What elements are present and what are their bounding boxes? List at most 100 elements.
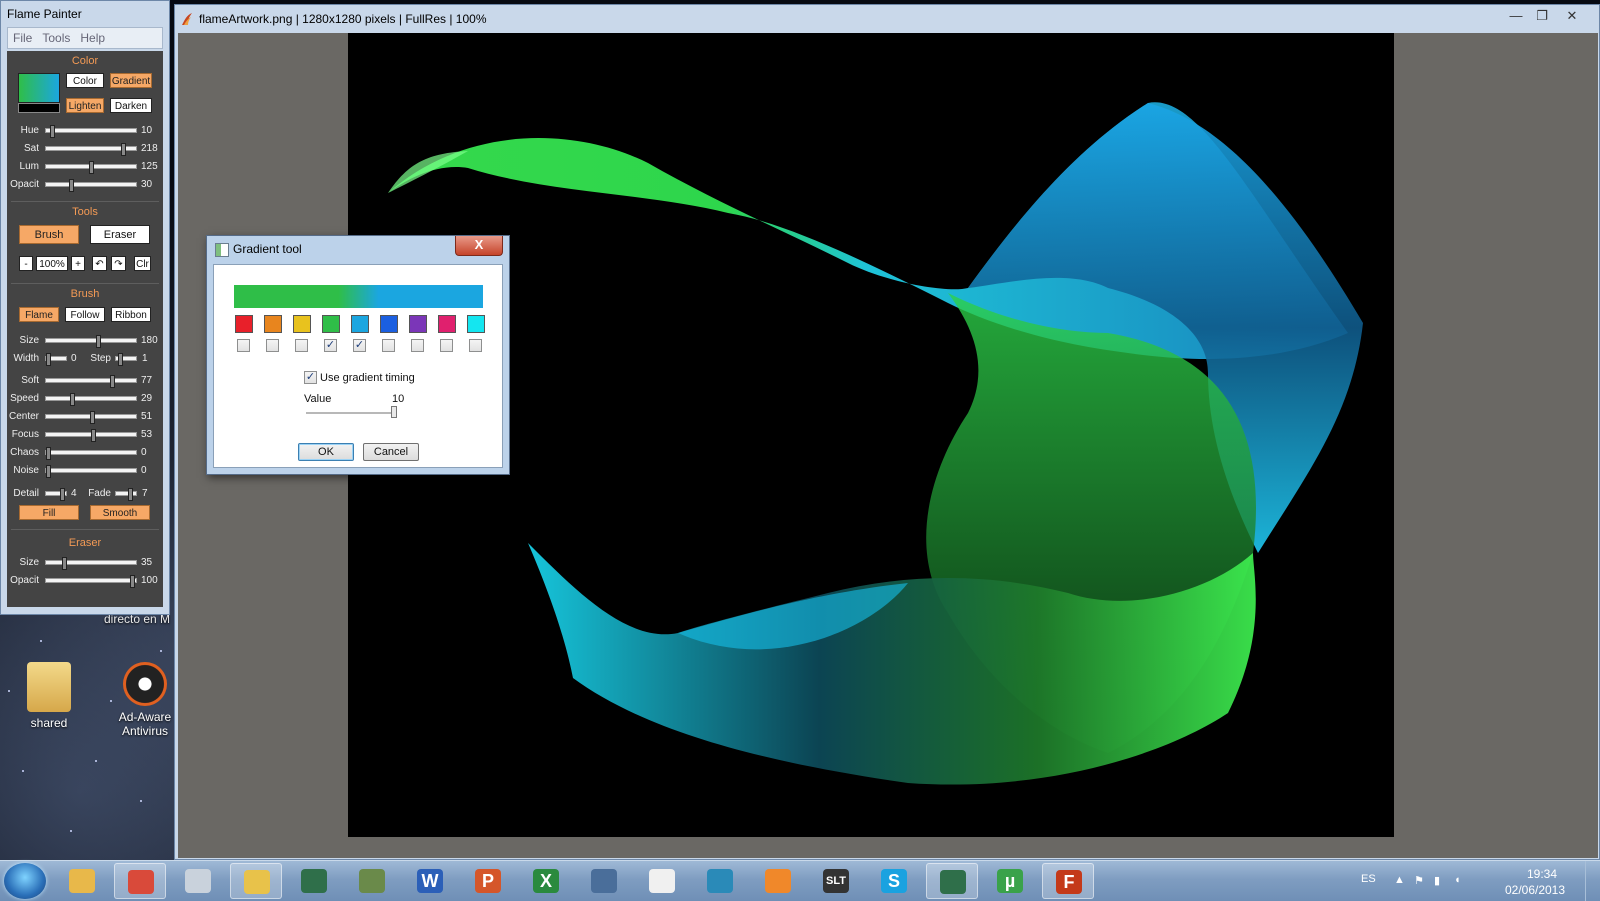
- width-slider-thumb[interactable]: [46, 353, 52, 366]
- gradient-color-swatch[interactable]: [409, 315, 427, 333]
- gradient-color-swatch[interactable]: [293, 315, 311, 333]
- darken-button[interactable]: Darken: [110, 98, 152, 113]
- desktop-icon-shared[interactable]: shared: [14, 662, 84, 730]
- slider-track[interactable]: [45, 447, 137, 460]
- slider-track[interactable]: [45, 143, 137, 156]
- slider-track[interactable]: [45, 557, 137, 570]
- follow-brush-button[interactable]: Follow: [65, 307, 105, 322]
- gradient-color-swatch[interactable]: [380, 315, 398, 333]
- taskbar-slt-button[interactable]: SLT: [810, 863, 862, 899]
- slider-track[interactable]: [45, 179, 137, 192]
- slider-thumb[interactable]: [50, 125, 56, 138]
- detail-slider-track[interactable]: [45, 488, 67, 501]
- slider-thumb[interactable]: [96, 335, 102, 348]
- primary-color-swatch[interactable]: [18, 73, 60, 103]
- slider-track[interactable]: [45, 411, 137, 424]
- gradient-color-swatch[interactable]: [467, 315, 485, 333]
- taskbar-powerpoint-button[interactable]: P: [462, 863, 514, 899]
- maximize-button[interactable]: ❐: [1529, 7, 1555, 25]
- gradient-color-swatch[interactable]: [235, 315, 253, 333]
- gradient-color-checkbox[interactable]: [237, 339, 250, 352]
- slider-thumb[interactable]: [61, 557, 67, 570]
- gradient-mode-button[interactable]: Gradient: [110, 73, 152, 88]
- slider-thumb[interactable]: [89, 411, 95, 424]
- network-icon[interactable]: ▮: [1434, 874, 1446, 887]
- fade-slider-thumb[interactable]: [127, 488, 133, 501]
- volume-muted-icon[interactable]: ◖: [1454, 874, 1466, 886]
- gradient-color-swatch[interactable]: [264, 315, 282, 333]
- taskbar-virtualbox-button[interactable]: [578, 863, 630, 899]
- ribbon-brush-button[interactable]: Ribbon: [111, 307, 151, 322]
- clock-time[interactable]: 19:34: [1512, 867, 1572, 881]
- fill-button[interactable]: Fill: [19, 505, 79, 520]
- zoom-in-button[interactable]: +: [71, 256, 85, 271]
- taskbar-monitor2-button[interactable]: [926, 863, 978, 899]
- smooth-button[interactable]: Smooth: [90, 505, 150, 520]
- gradient-color-swatch[interactable]: [322, 315, 340, 333]
- cancel-button[interactable]: Cancel: [363, 443, 419, 461]
- taskbar-monitor-button[interactable]: [288, 863, 340, 899]
- clear-button[interactable]: Clr: [134, 256, 151, 271]
- brush-tool-button[interactable]: Brush: [19, 225, 79, 244]
- gradient-color-checkbox[interactable]: [266, 339, 279, 352]
- slider-track[interactable]: [45, 465, 137, 478]
- taskbar-joystick-button[interactable]: [346, 863, 398, 899]
- slider-thumb[interactable]: [46, 447, 51, 460]
- clock-date[interactable]: 02/06/2013: [1500, 883, 1570, 897]
- gradient-color-swatch[interactable]: [438, 315, 456, 333]
- menu-help[interactable]: Help: [75, 31, 110, 45]
- taskbar-explorer-button[interactable]: [56, 863, 108, 899]
- taskbar-skype-button[interactable]: S: [868, 863, 920, 899]
- dialog-close-button[interactable]: X: [455, 236, 503, 256]
- slider-track[interactable]: [45, 575, 137, 588]
- slider-track[interactable]: [45, 429, 137, 442]
- slider-thumb[interactable]: [91, 429, 97, 442]
- close-button[interactable]: ✕: [1559, 7, 1585, 25]
- slider-track[interactable]: [45, 161, 137, 174]
- slider-thumb[interactable]: [130, 575, 136, 588]
- undo-button[interactable]: ↶: [92, 256, 107, 271]
- gradient-color-checkbox[interactable]: ✓: [353, 339, 366, 352]
- slider-track[interactable]: [45, 393, 137, 406]
- taskbar-calendar-button[interactable]: [636, 863, 688, 899]
- taskbar-calculator-button[interactable]: [172, 863, 224, 899]
- slider-track[interactable]: [45, 125, 137, 138]
- detail-slider-thumb[interactable]: [59, 488, 65, 501]
- slider-thumb[interactable]: [109, 375, 115, 388]
- step-slider-track[interactable]: [115, 353, 137, 366]
- value-slider-thumb[interactable]: [391, 406, 397, 418]
- lighten-button[interactable]: Lighten: [66, 98, 104, 113]
- ok-button[interactable]: OK: [298, 443, 354, 461]
- taskbar-flame-painter-button[interactable]: F: [1042, 863, 1094, 899]
- width-slider-track[interactable]: [45, 353, 67, 366]
- menu-file[interactable]: File: [8, 31, 37, 45]
- gradient-color-checkbox[interactable]: [382, 339, 395, 352]
- gradient-color-checkbox[interactable]: [469, 339, 482, 352]
- gradient-color-swatch[interactable]: [351, 315, 369, 333]
- slider-track[interactable]: [45, 375, 137, 388]
- show-hidden-icons-icon[interactable]: ▲: [1394, 874, 1406, 886]
- taskbar-sublime-button[interactable]: [752, 863, 804, 899]
- taskbar-paint-button[interactable]: [230, 863, 282, 899]
- use-gradient-timing-checkbox[interactable]: ✓: [304, 371, 317, 384]
- slider-thumb[interactable]: [120, 143, 126, 156]
- taskbar-search-button[interactable]: [694, 863, 746, 899]
- slider-thumb[interactable]: [46, 465, 51, 478]
- secondary-color-swatch[interactable]: [18, 103, 60, 113]
- fade-slider-track[interactable]: [115, 488, 137, 501]
- slider-thumb[interactable]: [69, 179, 75, 192]
- gradient-color-checkbox[interactable]: [295, 339, 308, 352]
- desktop-icon-ad-aware[interactable]: Ad-Aware Antivirus: [110, 662, 180, 738]
- slider-thumb[interactable]: [88, 161, 94, 174]
- show-desktop-button[interactable]: [1585, 861, 1600, 901]
- color-mode-button[interactable]: Color: [66, 73, 104, 88]
- slider-thumb[interactable]: [70, 393, 76, 406]
- gradient-color-checkbox[interactable]: ✓: [324, 339, 337, 352]
- menu-tools[interactable]: Tools: [37, 31, 75, 45]
- taskbar-utorrent-button[interactable]: µ: [984, 863, 1036, 899]
- step-slider-thumb[interactable]: [117, 353, 123, 366]
- gradient-color-checkbox[interactable]: [411, 339, 424, 352]
- action-center-flag-icon[interactable]: ⚑: [1414, 874, 1426, 887]
- flame-brush-button[interactable]: Flame: [19, 307, 59, 322]
- taskbar-chrome-button[interactable]: [114, 863, 166, 899]
